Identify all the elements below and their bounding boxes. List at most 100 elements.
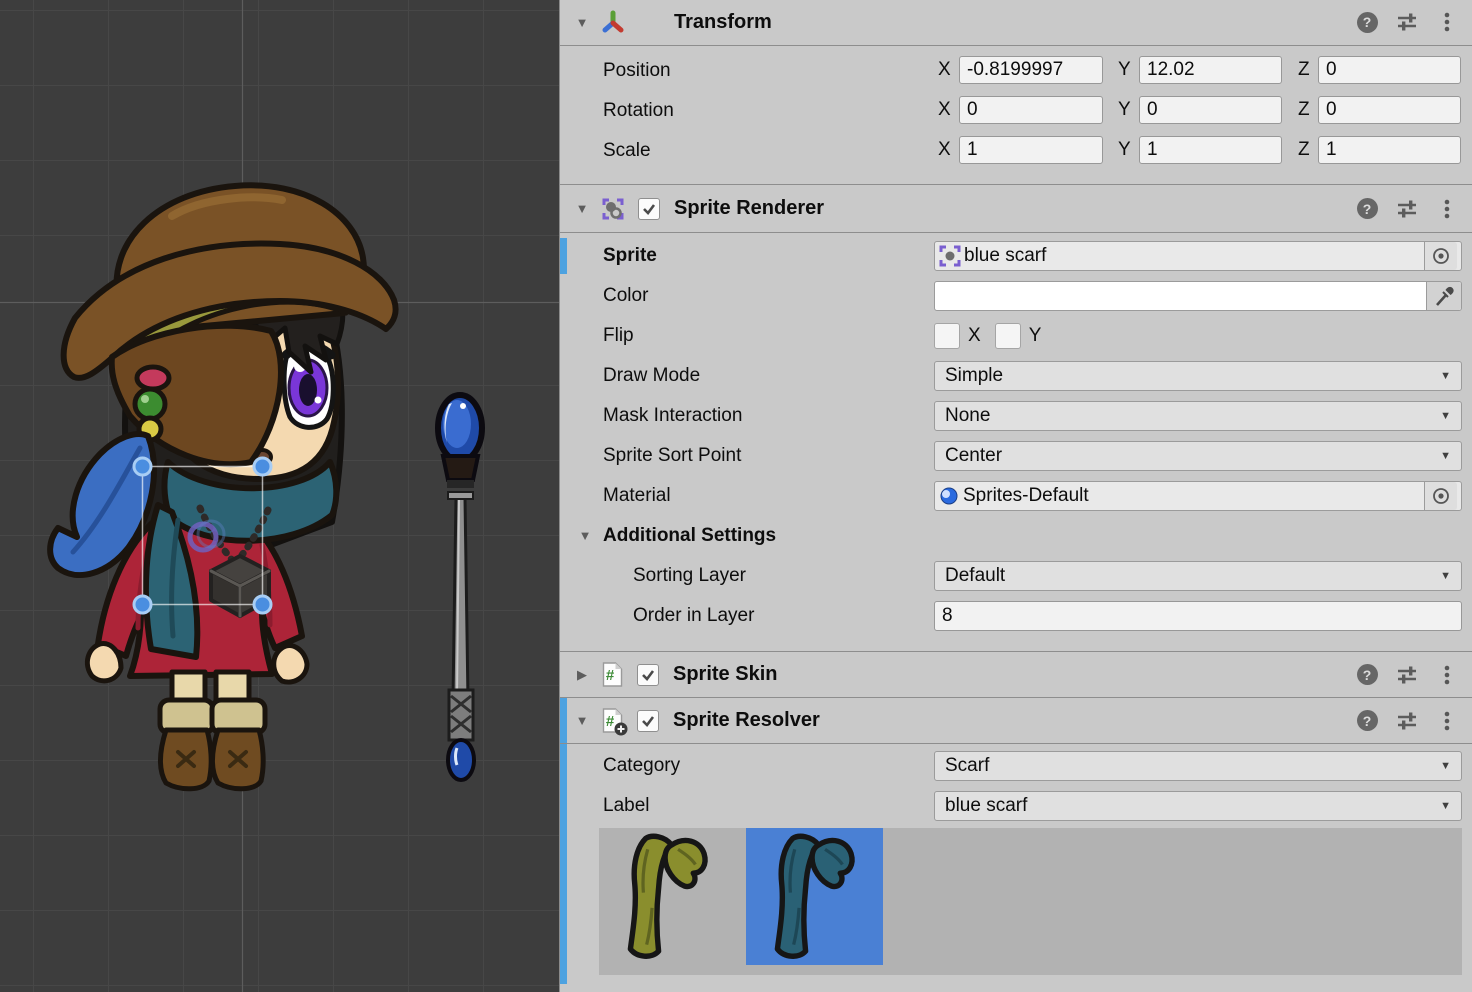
sprite-renderer-header[interactable]: ▼ Sprite Renderer ? <box>560 185 1472 232</box>
component-title: Sprite Resolver <box>673 709 820 732</box>
chevron-down-icon: ▼ <box>1440 450 1451 462</box>
component-title: Sprite Skin <box>673 663 777 686</box>
section-label: Additional Settings <box>603 521 776 551</box>
order-in-layer-field[interactable]: 8 <box>934 601 1462 631</box>
foldout-icon[interactable]: ▼ <box>574 201 590 216</box>
material-object-field[interactable]: Sprites-Default <box>934 481 1462 511</box>
category-row: Category Scarf▼ <box>560 751 1472 781</box>
sprite-renderer-icon <box>600 196 626 222</box>
help-icon[interactable]: ? <box>1347 710 1387 731</box>
material-sphere-icon <box>939 486 959 506</box>
scale-z-field[interactable]: 1 <box>1318 136 1461 164</box>
transform-header[interactable]: ▼ Transform ? <box>560 0 1472 44</box>
inspector-panel: # ▼ Transform ? Position <box>559 0 1472 992</box>
flip-x-checkbox[interactable] <box>934 323 960 349</box>
sprite-row: Sprite blue scarf <box>560 241 1472 271</box>
sprite-variant-strip <box>599 828 1462 975</box>
label-dropdown[interactable]: blue scarf▼ <box>934 791 1462 821</box>
flip-y-checkbox[interactable] <box>995 323 1021 349</box>
foldout-icon[interactable]: ▶ <box>574 667 590 683</box>
eyedropper-icon[interactable] <box>1426 282 1461 310</box>
presets-icon[interactable] <box>1387 198 1427 220</box>
scale-y-field[interactable]: 1 <box>1139 136 1282 164</box>
component-enabled-checkbox[interactable] <box>637 664 659 686</box>
field-label: Color <box>603 281 648 311</box>
presets-icon[interactable] <box>1387 11 1427 33</box>
sprite-object-field[interactable]: blue scarf <box>934 241 1462 271</box>
rotation-y-field[interactable]: 0 <box>1139 96 1282 124</box>
component-enabled-checkbox[interactable] <box>638 198 660 220</box>
scene-canvas <box>0 0 559 992</box>
help-icon[interactable]: ? <box>1347 12 1387 33</box>
left-hand <box>87 644 121 681</box>
flip-y-label: Y <box>1029 325 1042 347</box>
menu-kebab-icon[interactable] <box>1427 11 1467 33</box>
field-label: Sprite <box>603 241 657 271</box>
chevron-down-icon: ▼ <box>1440 370 1451 382</box>
rotation-x-field[interactable]: 0 <box>959 96 1103 124</box>
mask-interaction-row: Mask Interaction None▼ <box>560 401 1472 431</box>
unity-editor: # ▼ Transform ? Position <box>0 0 1472 992</box>
sorting-layer-dropdown[interactable]: Default▼ <box>934 561 1462 591</box>
field-label: Scale <box>603 136 651 166</box>
help-icon[interactable]: ? <box>1347 198 1387 219</box>
foldout-icon[interactable]: ▼ <box>574 15 590 30</box>
menu-kebab-icon[interactable] <box>1427 664 1467 686</box>
character-sprite[interactable] <box>50 185 395 788</box>
category-dropdown[interactable]: Scarf▼ <box>934 751 1462 781</box>
chevron-down-icon: ▼ <box>1440 570 1451 582</box>
field-label: Label <box>603 791 650 821</box>
scene-view[interactable] <box>0 0 559 992</box>
staff-sprite[interactable] <box>438 395 482 780</box>
foldout-icon[interactable]: ▼ <box>574 713 590 728</box>
draw-mode-dropdown[interactable]: Simple▼ <box>934 361 1462 391</box>
sprite-skin-header[interactable]: ▶ Sprite Skin ? <box>560 652 1472 697</box>
menu-kebab-icon[interactable] <box>1427 710 1467 732</box>
field-label: Flip <box>603 321 634 351</box>
axis-y-label: Y <box>1118 136 1131 164</box>
sprite-sort-point-dropdown[interactable]: Center▼ <box>934 441 1462 471</box>
chevron-down-icon: ▼ <box>1440 410 1451 422</box>
color-swatch[interactable] <box>934 281 1462 311</box>
axis-z-label: Z <box>1298 136 1310 164</box>
material-row: Material Sprites-Default <box>560 481 1472 511</box>
handle-top-left <box>134 458 151 475</box>
field-label: Sorting Layer <box>633 561 746 591</box>
flip-x-label: X <box>968 325 981 347</box>
object-picker-icon[interactable] <box>1424 242 1457 270</box>
component-enabled-checkbox[interactable] <box>637 710 659 732</box>
presets-icon[interactable] <box>1387 710 1427 732</box>
hat <box>64 185 396 464</box>
position-y-field[interactable]: 12.02 <box>1139 56 1282 84</box>
field-label: Rotation <box>603 96 674 126</box>
mask-interaction-dropdown[interactable]: None▼ <box>934 401 1462 431</box>
additional-settings-row[interactable]: ▼ Additional Settings <box>560 521 1472 551</box>
object-picker-icon[interactable] <box>1424 482 1457 510</box>
menu-kebab-icon[interactable] <box>1427 198 1467 220</box>
sprite-object-name: blue scarf <box>964 245 1046 267</box>
position-x-field[interactable]: -0.8199997 <box>959 56 1103 84</box>
thumbnail-green-scarf[interactable] <box>599 828 736 965</box>
axis-x-label: X <box>938 56 951 84</box>
foldout-icon[interactable]: ▼ <box>577 528 593 543</box>
axis-y-label: Y <box>1118 56 1131 84</box>
chevron-down-icon: ▼ <box>1440 760 1451 772</box>
position-row: Position X -0.8199997 Y 12.02 Z 0 <box>560 56 1472 86</box>
rotation-z-field[interactable]: 0 <box>1318 96 1461 124</box>
label-row: Label blue scarf▼ <box>560 791 1472 821</box>
presets-icon[interactable] <box>1387 664 1427 686</box>
field-label: Order in Layer <box>633 601 754 631</box>
help-icon[interactable]: ? <box>1347 664 1387 685</box>
axis-x-label: X <box>938 96 951 124</box>
component-title: Sprite Renderer <box>674 197 824 220</box>
thumbnail-blue-scarf-selected[interactable] <box>746 828 883 965</box>
color-row: Color <box>560 281 1472 311</box>
component-title: Transform <box>674 11 772 34</box>
script-icon <box>600 661 625 688</box>
sprite-resolver-header[interactable]: ▼ Sprite Resolver ? <box>560 698 1472 743</box>
position-z-field[interactable]: 0 <box>1318 56 1461 84</box>
axis-z-label: Z <box>1298 96 1310 124</box>
right-hand <box>274 646 307 682</box>
scale-x-field[interactable]: 1 <box>959 136 1103 164</box>
field-label: Draw Mode <box>603 361 700 391</box>
